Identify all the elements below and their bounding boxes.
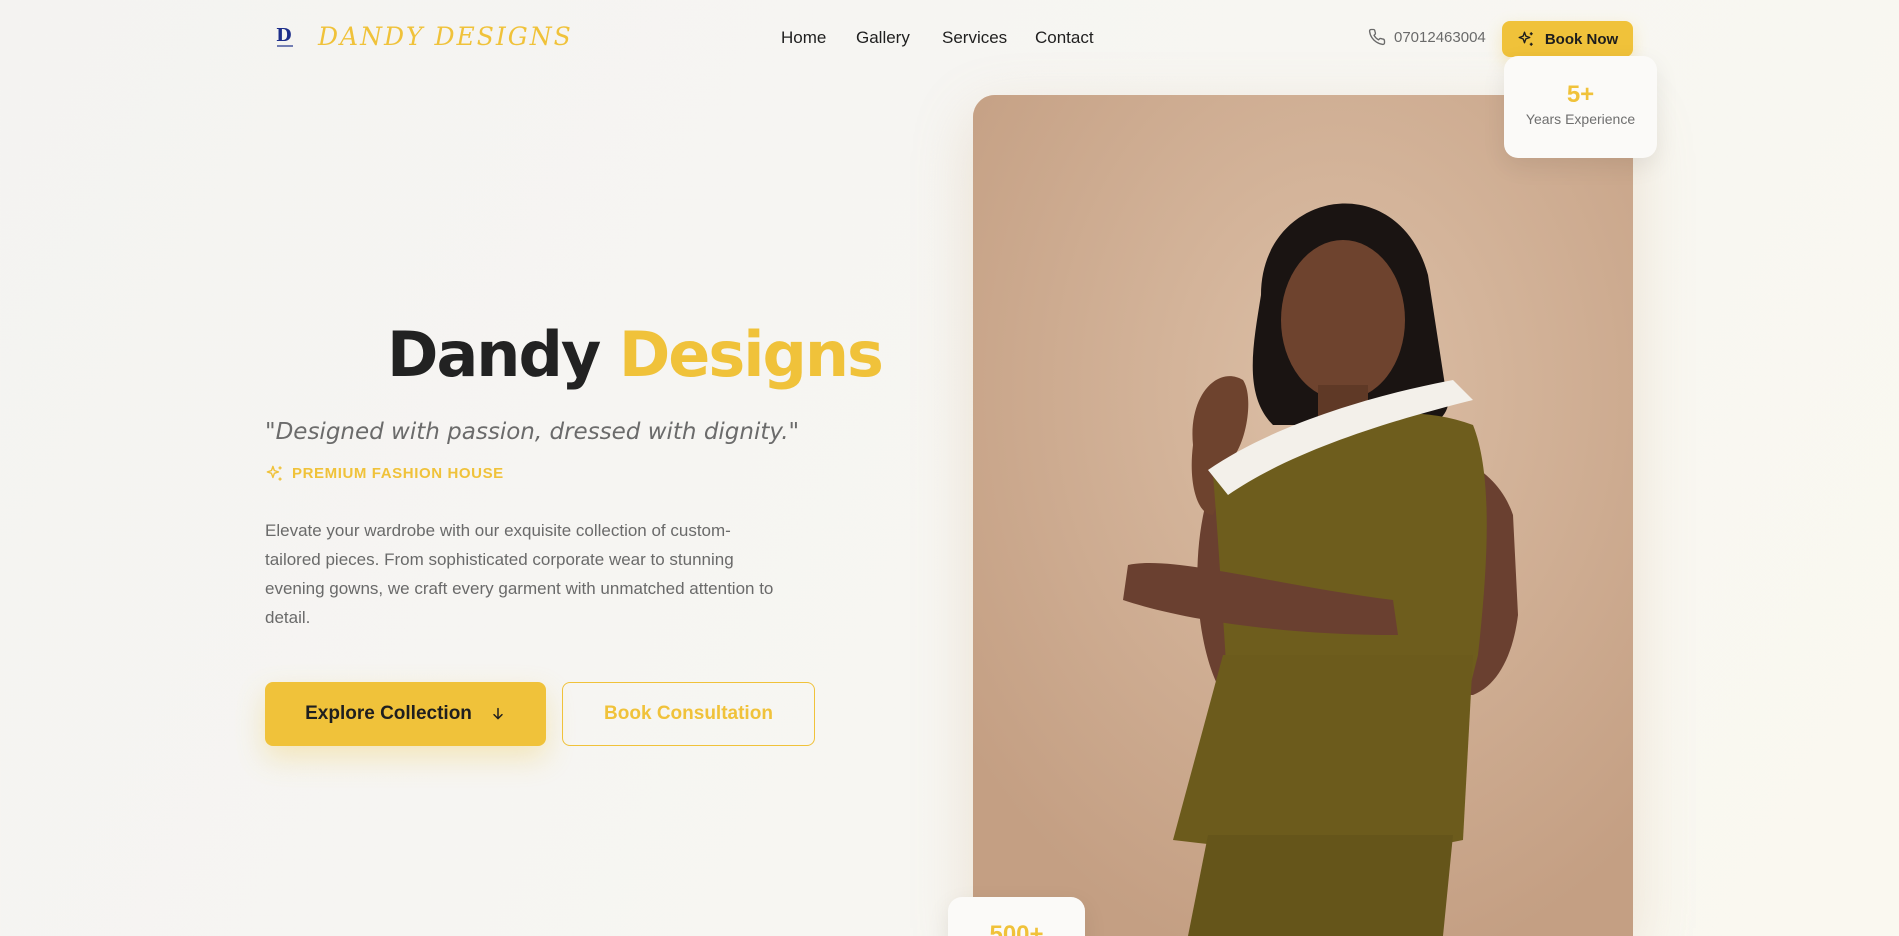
nav-item-gallery[interactable]: Gallery [856, 28, 910, 48]
book-consultation-button[interactable]: Book Consultation [562, 682, 815, 746]
brand-name[interactable]: DANDY DESIGNS [318, 22, 573, 51]
hero-title-designs: Designs [618, 318, 884, 391]
dd-monogram-icon[interactable]: D [274, 24, 296, 50]
premium-badge: PREMIUM FASHION HOUSE [265, 464, 504, 483]
book-consultation-label: Book Consultation [604, 703, 773, 724]
arrow-down-icon [493, 707, 503, 720]
nav-item-services[interactable]: Services [942, 28, 1007, 48]
stat-value: 5+ [1566, 81, 1595, 108]
stat-card-clients: 500+ [948, 897, 1085, 936]
phone-contact[interactable]: 07012463004 [1368, 28, 1486, 46]
stat-value: 500+ [989, 921, 1044, 936]
hero-tagline: "Designed with passion, dressed with dig… [265, 419, 800, 445]
sparkles-icon [1518, 31, 1533, 46]
hero-title-dandy: Dandy [387, 318, 601, 391]
phone-number: 07012463004 [1394, 28, 1486, 46]
sparkles-icon [266, 465, 282, 481]
explore-collection-button[interactable]: Explore Collection [265, 682, 546, 746]
stat-card-experience: 5+ Years Experience [1504, 56, 1657, 158]
nav-item-contact[interactable]: Contact [1035, 28, 1094, 48]
badge-label: PREMIUM FASHION HOUSE [292, 465, 504, 482]
stat-label: Years Experience [1525, 111, 1636, 127]
model-illustration [973, 95, 1633, 936]
svg-text:D: D [276, 25, 292, 46]
nav-item-home[interactable]: Home [781, 28, 826, 48]
hero-model-photo [973, 95, 1633, 936]
book-now-label: Book Now [1544, 30, 1619, 48]
book-now-button[interactable]: Book Now [1502, 21, 1633, 57]
phone-icon [1368, 28, 1386, 46]
explore-collection-label: Explore Collection [305, 703, 472, 724]
hero-title: Dandy Designs [387, 318, 884, 391]
hero-description: Elevate your wardrobe with our exquisite… [265, 521, 774, 627]
